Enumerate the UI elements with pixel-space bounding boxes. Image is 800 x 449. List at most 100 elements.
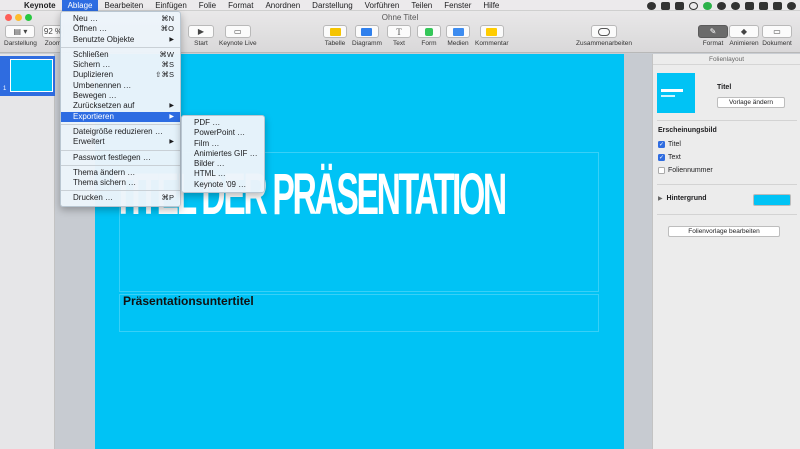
menu-item-set-password[interactable]: Passwort festlegen … bbox=[61, 153, 180, 163]
menu-teilen[interactable]: Teilen bbox=[405, 0, 438, 11]
keynote-live-button[interactable]: ▭ Keynote Live bbox=[219, 25, 257, 47]
comment-button[interactable]: Kommentar bbox=[475, 25, 509, 47]
cloud-icon[interactable] bbox=[661, 1, 670, 10]
wifi-icon[interactable] bbox=[759, 1, 768, 10]
file-menu: Neu … ⌘N Öffnen … ⌘O Benutzte Objekte ▶ Sch… bbox=[60, 11, 181, 207]
checkbox-unchecked-icon[interactable] bbox=[658, 167, 665, 174]
menu-ablage[interactable]: Ablage bbox=[61, 0, 99, 11]
menu-item-new[interactable]: Neu … ⌘N bbox=[61, 14, 180, 24]
menu-item-print[interactable]: Drucken … ⌘P bbox=[61, 193, 180, 203]
menu-item-change-theme[interactable]: Thema ändern … bbox=[61, 168, 180, 178]
slide-thumbnail[interactable] bbox=[10, 59, 53, 92]
status-icons bbox=[647, 0, 796, 11]
text-icon: T bbox=[396, 26, 402, 37]
layout-thumbnail[interactable] bbox=[657, 73, 695, 113]
checkbox-checked-icon[interactable]: ✓ bbox=[658, 141, 665, 148]
export-images[interactable]: Bilder … bbox=[182, 159, 264, 169]
slide-navigator: 1 bbox=[0, 54, 55, 449]
menu-bearbeiten[interactable]: Bearbeiten bbox=[98, 0, 149, 11]
menu-folie[interactable]: Folie bbox=[193, 0, 222, 11]
document-button[interactable]: ▭ Dokument bbox=[762, 25, 792, 47]
menu-item-advanced[interactable]: Erweitert ▶ bbox=[61, 137, 180, 147]
user-icon[interactable] bbox=[787, 1, 796, 10]
chart-icon bbox=[361, 27, 373, 36]
menu-item-save-theme[interactable]: Thema sichern … bbox=[61, 178, 180, 188]
menu-item-rename[interactable]: Umbenennen … bbox=[61, 81, 180, 91]
menu-app-keynote[interactable]: Keynote bbox=[22, 0, 62, 11]
menu-item-revert[interactable]: Zurücksetzen auf ▶ bbox=[61, 101, 180, 111]
control-center-icon[interactable] bbox=[773, 1, 782, 10]
export-html[interactable]: HTML … bbox=[182, 169, 264, 179]
background-color-well[interactable] bbox=[753, 194, 791, 206]
export-pdf[interactable]: PDF … bbox=[182, 118, 264, 128]
collaborate-button[interactable]: Zusammenarbeiten bbox=[576, 25, 632, 47]
view-button[interactable]: ▤ ▾ Darstellung bbox=[4, 25, 37, 47]
sidebar-icon: ▤ ▾ bbox=[13, 27, 28, 36]
hat-icon[interactable] bbox=[647, 1, 656, 10]
screen-icon[interactable] bbox=[675, 1, 684, 10]
menu-format[interactable]: Format bbox=[222, 0, 259, 11]
media-icon bbox=[452, 27, 464, 36]
chart-button[interactable]: Diagramm bbox=[352, 25, 382, 47]
submenu-arrow-icon: ▶ bbox=[169, 113, 174, 120]
menu-darstellung[interactable]: Darstellung bbox=[306, 0, 358, 11]
paintbrush-icon: ✎ bbox=[709, 27, 717, 36]
menu-item-save[interactable]: Sichern … ⌘S bbox=[61, 60, 180, 70]
slide-thumbnail-selected[interactable]: 1 bbox=[0, 56, 55, 96]
export-submenu: PDF … PowerPoint … Film … Animiertes GIF… bbox=[181, 115, 265, 194]
media-button[interactable]: Medien bbox=[446, 25, 470, 47]
disclosure-triangle-icon[interactable]: ▶ bbox=[658, 196, 663, 202]
menu-fenster[interactable]: Fenster bbox=[438, 0, 477, 11]
check-icon[interactable] bbox=[703, 1, 712, 10]
menu-vorfuehren[interactable]: Vorführen bbox=[359, 0, 406, 11]
export-movie[interactable]: Film … bbox=[182, 139, 264, 149]
menu-item-reduce-size[interactable]: Dateigröße reduzieren … bbox=[61, 127, 180, 137]
format-button[interactable]: ✎ Format bbox=[698, 25, 728, 47]
submenu-arrow-icon: ▶ bbox=[169, 36, 174, 43]
menu-item-open[interactable]: Öffnen … ⌘O bbox=[61, 24, 180, 34]
play-icon: ▶ bbox=[197, 27, 205, 36]
menu-item-duplicate[interactable]: Duplizieren ⇧⌘S bbox=[61, 70, 180, 80]
sync-icon[interactable] bbox=[717, 1, 726, 10]
shape-button[interactable]: Form bbox=[417, 25, 441, 47]
slide-subtitle[interactable]: Präsentationsuntertitel bbox=[123, 294, 254, 308]
battery-icon[interactable] bbox=[745, 1, 754, 10]
menu-anordnen[interactable]: Anordnen bbox=[259, 0, 306, 11]
animate-button[interactable]: ◆ Animieren bbox=[729, 25, 759, 47]
background-disclosure[interactable]: ▶ Hintergrund bbox=[658, 195, 707, 202]
checkbox-title[interactable]: ✓ Titel bbox=[658, 141, 681, 148]
table-button[interactable]: Tabelle bbox=[323, 25, 347, 47]
checkbox-checked-icon[interactable]: ✓ bbox=[658, 154, 665, 161]
submenu-arrow-icon: ▶ bbox=[169, 139, 174, 146]
keynote-live-icon: ▭ bbox=[234, 27, 242, 36]
shape-icon bbox=[425, 27, 433, 36]
menu-bar: Keynote Ablage Bearbeiten Einfügen Folie… bbox=[0, 0, 800, 11]
submenu-arrow-icon: ▶ bbox=[169, 103, 174, 110]
animate-icon: ◆ bbox=[740, 27, 748, 36]
menu-item-move[interactable]: Bewegen … bbox=[61, 91, 180, 101]
document-icon: ▭ bbox=[773, 27, 781, 36]
export-keynote09[interactable]: Keynote '09 … bbox=[182, 180, 264, 190]
edit-master-slide-button[interactable]: Folienvorlage bearbeiten bbox=[668, 226, 780, 237]
comment-icon bbox=[486, 27, 498, 36]
menu-einfuegen[interactable]: Einfügen bbox=[149, 0, 193, 11]
appearance-heading: Erscheinungsbild bbox=[658, 127, 717, 134]
checkbox-slide-number[interactable]: Foliennummer bbox=[658, 167, 713, 174]
change-template-button[interactable]: Vorlage ändern bbox=[717, 97, 785, 108]
text-button[interactable]: T Text bbox=[387, 25, 411, 47]
collaborate-icon bbox=[598, 27, 610, 36]
menu-hilfe[interactable]: Hilfe bbox=[477, 0, 505, 11]
inspector-header: Folienlayout bbox=[653, 54, 800, 65]
table-icon bbox=[329, 27, 341, 36]
layout-name: Titel bbox=[717, 84, 732, 91]
circle-icon[interactable] bbox=[689, 1, 698, 10]
menu-item-export[interactable]: Exportieren ▶ bbox=[61, 111, 180, 122]
menu-item-close[interactable]: Schließen ⌘W bbox=[61, 50, 180, 60]
export-powerpoint[interactable]: PowerPoint … bbox=[182, 128, 264, 138]
export-animated-gif[interactable]: Animiertes GIF … bbox=[182, 149, 264, 159]
format-inspector: Folienlayout Titel Vorlage ändern Ersche… bbox=[652, 54, 800, 449]
flower-icon[interactable] bbox=[731, 1, 740, 10]
menu-item-recent[interactable]: Benutzte Objekte ▶ bbox=[61, 35, 180, 45]
checkbox-text[interactable]: ✓ Text bbox=[658, 154, 681, 161]
play-button[interactable]: ▶ Start bbox=[188, 25, 214, 47]
